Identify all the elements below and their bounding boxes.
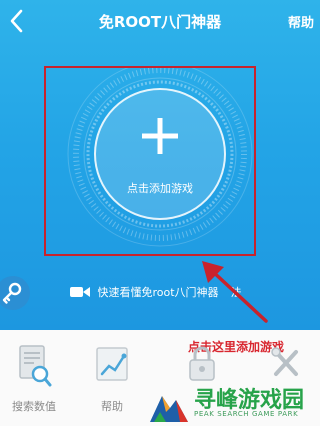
tool-label: 搜索数值 [12, 400, 56, 413]
tool-help[interactable]: 帮助 [80, 344, 144, 424]
chevron-left-icon [10, 9, 23, 33]
page-title: 免ROOT八门神器 [98, 13, 222, 31]
video-camera-icon [70, 287, 90, 297]
search-document-icon [19, 345, 52, 387]
hero-area: 免ROOT八门神器 帮助 点击添加游戏 快速看懂免root八门神器 法 [0, 0, 320, 330]
tool-label: 帮助 [101, 400, 123, 413]
back-button[interactable] [6, 8, 28, 34]
watermark-subtitle: PEAK SEARCH GAME PARK [194, 410, 299, 418]
top-bar: 免ROOT八门神器 帮助 [0, 0, 320, 44]
key-icon [2, 282, 22, 304]
chart-icon [96, 347, 128, 381]
watermark-logo-icon [150, 396, 188, 422]
app-screen: 免ROOT八门神器 帮助 点击添加游戏 快速看懂免root八门神器 法 点击这里… [0, 0, 320, 426]
site-watermark: 寻峰游戏园 PEAK SEARCH GAME PARK [148, 378, 320, 426]
annotation-arrow [202, 261, 268, 323]
help-button[interactable]: 帮助 [288, 12, 314, 31]
tool-search-value[interactable]: 搜索数值 [2, 344, 66, 424]
key-button[interactable] [0, 276, 30, 310]
highlight-box [44, 66, 256, 256]
